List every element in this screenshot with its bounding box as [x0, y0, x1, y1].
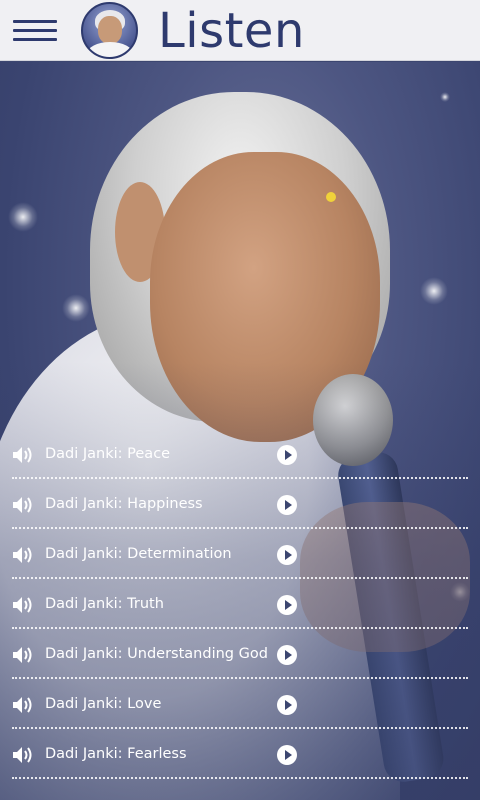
track-item[interactable]: Dadi Janki: Determination: [0, 530, 480, 580]
hamburger-menu-icon[interactable]: [13, 18, 59, 44]
play-icon[interactable]: [277, 745, 297, 765]
track-label: Dadi Janki: Love: [45, 696, 162, 712]
track-item[interactable]: Dadi Janki: Happiness: [0, 480, 480, 530]
speaker-icon: [13, 447, 32, 463]
track-label: Dadi Janki: Happiness: [45, 496, 203, 512]
track-item[interactable]: Dadi Janki: Peace: [0, 430, 480, 480]
speaker-icon: [13, 597, 32, 613]
speaker-icon: [13, 747, 32, 763]
play-icon[interactable]: [277, 545, 297, 565]
avatar-body: [87, 42, 133, 57]
avatar-face: [98, 16, 122, 44]
menu-bar: [13, 20, 57, 23]
menu-bar: [13, 38, 57, 41]
sparkle: [62, 294, 90, 322]
track-item[interactable]: Dadi Janki: Love: [0, 680, 480, 730]
photo-bindi: [326, 192, 336, 202]
play-icon[interactable]: [277, 695, 297, 715]
speaker-icon: [13, 497, 32, 513]
menu-bar: [13, 29, 57, 32]
track-label: Dadi Janki: Understanding God: [45, 646, 268, 662]
track-label: Dadi Janki: Truth: [45, 596, 164, 612]
play-icon[interactable]: [277, 445, 297, 465]
track-label: Dadi Janki: Peace: [45, 446, 171, 462]
track-item[interactable]: Dadi Janki: Fearless: [0, 730, 480, 780]
track-list: Dadi Janki: Peace Dadi Janki: Happiness …: [0, 430, 480, 780]
app-header: Listen: [0, 0, 480, 61]
play-icon[interactable]: [277, 645, 297, 665]
sparkle: [420, 277, 448, 305]
page-title: Listen: [158, 3, 305, 59]
sparkle: [8, 202, 38, 232]
track-item[interactable]: Dadi Janki: Truth: [0, 580, 480, 630]
speaker-icon: [13, 647, 32, 663]
track-item[interactable]: Dadi Janki: Understanding God: [0, 630, 480, 680]
play-icon[interactable]: [277, 595, 297, 615]
profile-avatar[interactable]: [81, 2, 138, 59]
sparkle: [440, 92, 450, 102]
track-label: Dadi Janki: Determination: [45, 546, 232, 562]
speaker-icon: [13, 697, 32, 713]
speaker-icon: [13, 547, 32, 563]
play-icon[interactable]: [277, 495, 297, 515]
track-label: Dadi Janki: Fearless: [45, 746, 187, 762]
